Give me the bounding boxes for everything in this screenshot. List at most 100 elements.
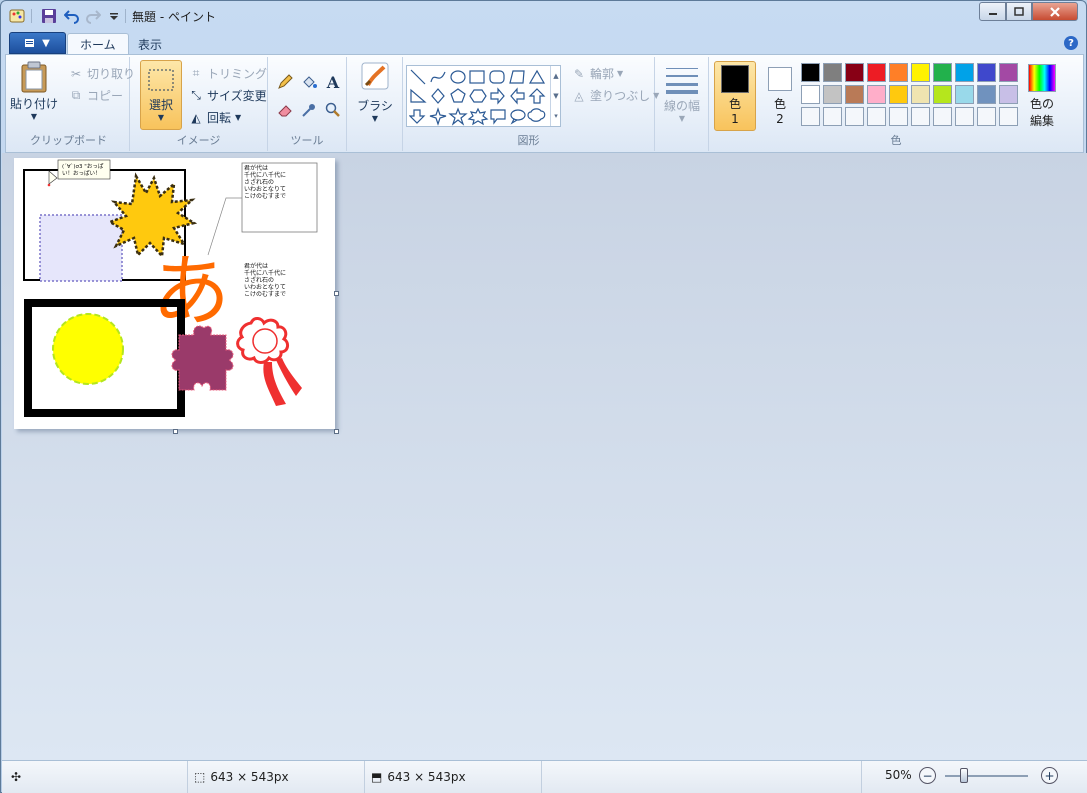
zoom-out-button[interactable]: − xyxy=(919,767,936,784)
resize-button[interactable]: ⤡ サイズ変更 xyxy=(188,87,266,104)
crop-button[interactable]: ⌗ トリミング xyxy=(188,65,267,82)
colors-group: 色 1 色 2 色の 編集 色 xyxy=(709,57,1083,151)
tab-view[interactable]: 表示 xyxy=(126,33,174,55)
status-bar: ✣ ⬚ 643 × 543px ⬒ 643 × 543px 50% − + xyxy=(2,760,1087,793)
palette-swatch[interactable] xyxy=(889,63,908,82)
custom-color-slot[interactable] xyxy=(911,107,930,126)
tab-home[interactable]: ホーム xyxy=(67,33,129,55)
shapes-scroll[interactable]: ▲ ▼ ▾ xyxy=(550,66,561,126)
image-group: 選択 ▼ ⌗ トリミング ⤡ サイズ変更 ◭ 回転 ▼ イメージ xyxy=(130,57,268,151)
callout-text-2: い！おっぱい！ xyxy=(62,170,101,177)
clipboard-icon xyxy=(21,61,47,93)
customize-qat-icon[interactable] xyxy=(105,7,123,25)
chevron-down-icon: ▼ xyxy=(30,112,38,121)
colors-group-label: 色 xyxy=(890,134,902,147)
palette-swatch[interactable] xyxy=(977,85,996,104)
palette-swatch[interactable] xyxy=(999,85,1018,104)
custom-color-slot[interactable] xyxy=(933,107,952,126)
orange-hiragana-a: あ xyxy=(152,247,230,337)
select-button[interactable]: 選択 ▼ xyxy=(140,60,182,130)
palette-swatch[interactable] xyxy=(933,63,952,82)
palette-swatch[interactable] xyxy=(823,85,842,104)
zoom-in-button[interactable]: + xyxy=(1041,767,1058,784)
rotate-button[interactable]: ◭ 回転 ▼ xyxy=(188,109,241,126)
text-block-2-line: こけのむすまで xyxy=(244,291,286,298)
callout-text-1: (´∀`)σ3 "おっぱ xyxy=(62,163,104,170)
palette-swatch[interactable] xyxy=(911,85,930,104)
palette-swatch[interactable] xyxy=(867,85,886,104)
palette-swatch[interactable] xyxy=(911,63,930,82)
color-picker-icon[interactable] xyxy=(298,99,320,121)
custom-color-slot[interactable] xyxy=(801,107,820,126)
shapes-group: ▲ ▼ ▾ ✎ 輪郭 ▼ ◬ 塗りつぶし ▼ 図形 xyxy=(403,57,659,151)
resize-handle-bottom[interactable] xyxy=(173,429,178,434)
paint-app-icon[interactable] xyxy=(8,7,26,25)
custom-color-slot[interactable] xyxy=(867,107,886,126)
custom-color-slot[interactable] xyxy=(977,107,996,126)
chevron-down-icon: ▼ xyxy=(371,114,379,123)
title-bar: 無題 - ペイント xyxy=(1,1,1086,31)
resize-handle-corner[interactable] xyxy=(334,429,339,434)
brushes-button[interactable]: ブラシ ▼ xyxy=(353,61,397,131)
palette-swatch[interactable] xyxy=(933,85,952,104)
palette-swatch[interactable] xyxy=(889,85,908,104)
palette-swatch[interactable] xyxy=(977,63,996,82)
zoom-slider-track[interactable] xyxy=(945,775,1028,777)
save-icon[interactable] xyxy=(40,7,58,25)
callout-pointer xyxy=(48,170,58,185)
maximize-button[interactable] xyxy=(1006,2,1032,21)
shapes-icons xyxy=(409,69,546,126)
resize-icon: ⤡ xyxy=(191,88,201,102)
fill-bucket-icon[interactable] xyxy=(298,71,320,93)
size-button[interactable]: 線の幅 ▼ xyxy=(659,65,705,127)
text-block-2-line: さざれ石の xyxy=(244,276,274,284)
magnifier-icon[interactable] xyxy=(322,99,344,121)
color-spectrum-icon xyxy=(1028,64,1056,92)
copy-button[interactable]: ⧉ コピー xyxy=(68,87,123,104)
close-button[interactable] xyxy=(1032,2,1078,21)
custom-color-slot[interactable] xyxy=(845,107,864,126)
paste-button[interactable]: 貼り付け ▼ xyxy=(10,61,58,131)
custom-color-slot[interactable] xyxy=(823,107,842,126)
brush-icon xyxy=(361,62,389,90)
palette-swatch[interactable] xyxy=(955,63,974,82)
palette-swatch[interactable] xyxy=(867,63,886,82)
pencil-icon[interactable] xyxy=(274,71,296,93)
edit-colors-button[interactable]: 色の 編集 xyxy=(1023,61,1061,131)
palette-swatch[interactable] xyxy=(955,85,974,104)
eraser-icon[interactable] xyxy=(274,99,296,121)
canvas-drawing: (´∀`)σ3 "おっぱ い！おっぱい！ 君が代は 千代に八千代に さざれ石の … xyxy=(23,159,318,417)
minimize-button[interactable] xyxy=(979,2,1006,21)
palette-swatch[interactable] xyxy=(801,63,820,82)
tools-group-label: ツール xyxy=(290,134,324,147)
palette-swatch[interactable] xyxy=(999,63,1018,82)
zoom-slider-thumb[interactable] xyxy=(960,768,968,783)
tools-group: A ツール xyxy=(268,57,347,151)
callout-dot xyxy=(47,183,51,187)
redo-icon[interactable] xyxy=(84,7,102,25)
color1-button[interactable]: 色 1 xyxy=(714,61,756,131)
palette-swatch[interactable] xyxy=(845,85,864,104)
paint-menu-button[interactable]: ▼ xyxy=(9,32,66,54)
cut-button[interactable]: ✂ 切り取り xyxy=(68,65,135,82)
palette-swatch[interactable] xyxy=(801,85,820,104)
resize-handle-right[interactable] xyxy=(334,291,339,296)
custom-color-slot[interactable] xyxy=(889,107,908,126)
text-block-2-line: 千代に八千代に xyxy=(244,269,286,277)
rosette-ribbon-2 xyxy=(276,358,302,396)
palette-swatch[interactable] xyxy=(845,63,864,82)
drawing-canvas[interactable]: (´∀`)σ3 "おっぱ い！おっぱい！ 君が代は 千代に八千代に さざれ石の … xyxy=(14,158,335,429)
undo-icon[interactable] xyxy=(63,7,81,25)
ribbon-tabs: ▼ ホーム 表示 ? xyxy=(5,31,1084,55)
fill-button[interactable]: ◬ 塗りつぶし ▼ xyxy=(571,87,659,104)
palette-swatch[interactable] xyxy=(823,63,842,82)
color2-button[interactable]: 色 2 xyxy=(761,61,799,131)
custom-color-slot[interactable] xyxy=(955,107,974,126)
text-tool-icon[interactable]: A xyxy=(322,71,344,93)
shapes-gallery: ▲ ▼ ▾ xyxy=(406,65,561,127)
zoom-level: 50% xyxy=(885,768,912,782)
outline-button[interactable]: ✎ 輪郭 ▼ xyxy=(571,65,623,82)
custom-color-slot[interactable] xyxy=(999,107,1018,126)
ribbon: 貼り付け ▼ ✂ 切り取り ⧉ コピー クリップボード 選択 ▼ ⌗ トリミング ⤡ サ… xyxy=(5,54,1084,153)
help-icon[interactable]: ? xyxy=(1064,36,1078,50)
